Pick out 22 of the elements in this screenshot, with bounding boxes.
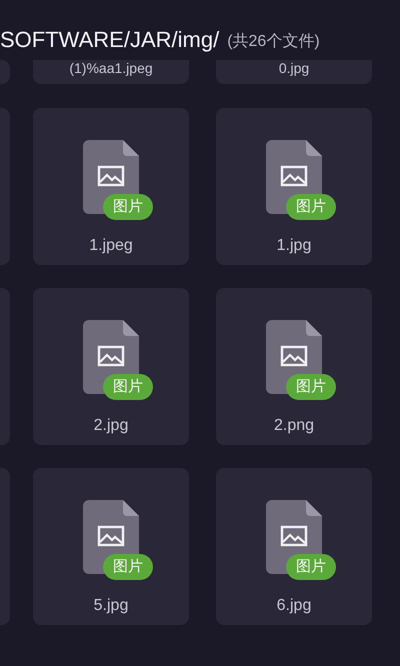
file-name: 2.png <box>274 416 314 436</box>
file-type-badge: 图片 <box>286 554 336 580</box>
file-card[interactable]: 图片 2.png <box>216 288 372 445</box>
file-name: 2.jpg <box>94 416 128 436</box>
file-card[interactable]: 图片 1.jpg <box>216 108 372 265</box>
file-type-badge: 图片 <box>103 554 153 580</box>
file-card[interactable]: 0.jpg <box>216 60 372 84</box>
file-card[interactable]: 图片 6.jpg <box>216 468 372 625</box>
file-type-badge: 图片 <box>103 374 153 400</box>
file-name: 1.jpeg <box>89 236 133 256</box>
file-type-badge: 图片 <box>286 194 336 220</box>
file-name: 5.jpg <box>94 596 128 616</box>
file-name: 1.jpg <box>276 236 312 256</box>
file-type-badge: 图片 <box>286 374 336 400</box>
file-name: 6.jpg <box>276 596 312 616</box>
file-card[interactable]: 图片 2.jpg <box>33 288 189 445</box>
folder-path: SOFTWARE/JAR/img/ <box>0 26 220 54</box>
file-count: (共26个文件) <box>227 32 320 52</box>
file-card[interactable]: 图片 5.jpg <box>33 468 189 625</box>
file-card[interactable]: 图片 1.jpeg <box>33 108 189 265</box>
file-card[interactable]: (1)%aa1.jpeg <box>33 60 189 84</box>
file-type-badge: 图片 <box>103 194 153 220</box>
